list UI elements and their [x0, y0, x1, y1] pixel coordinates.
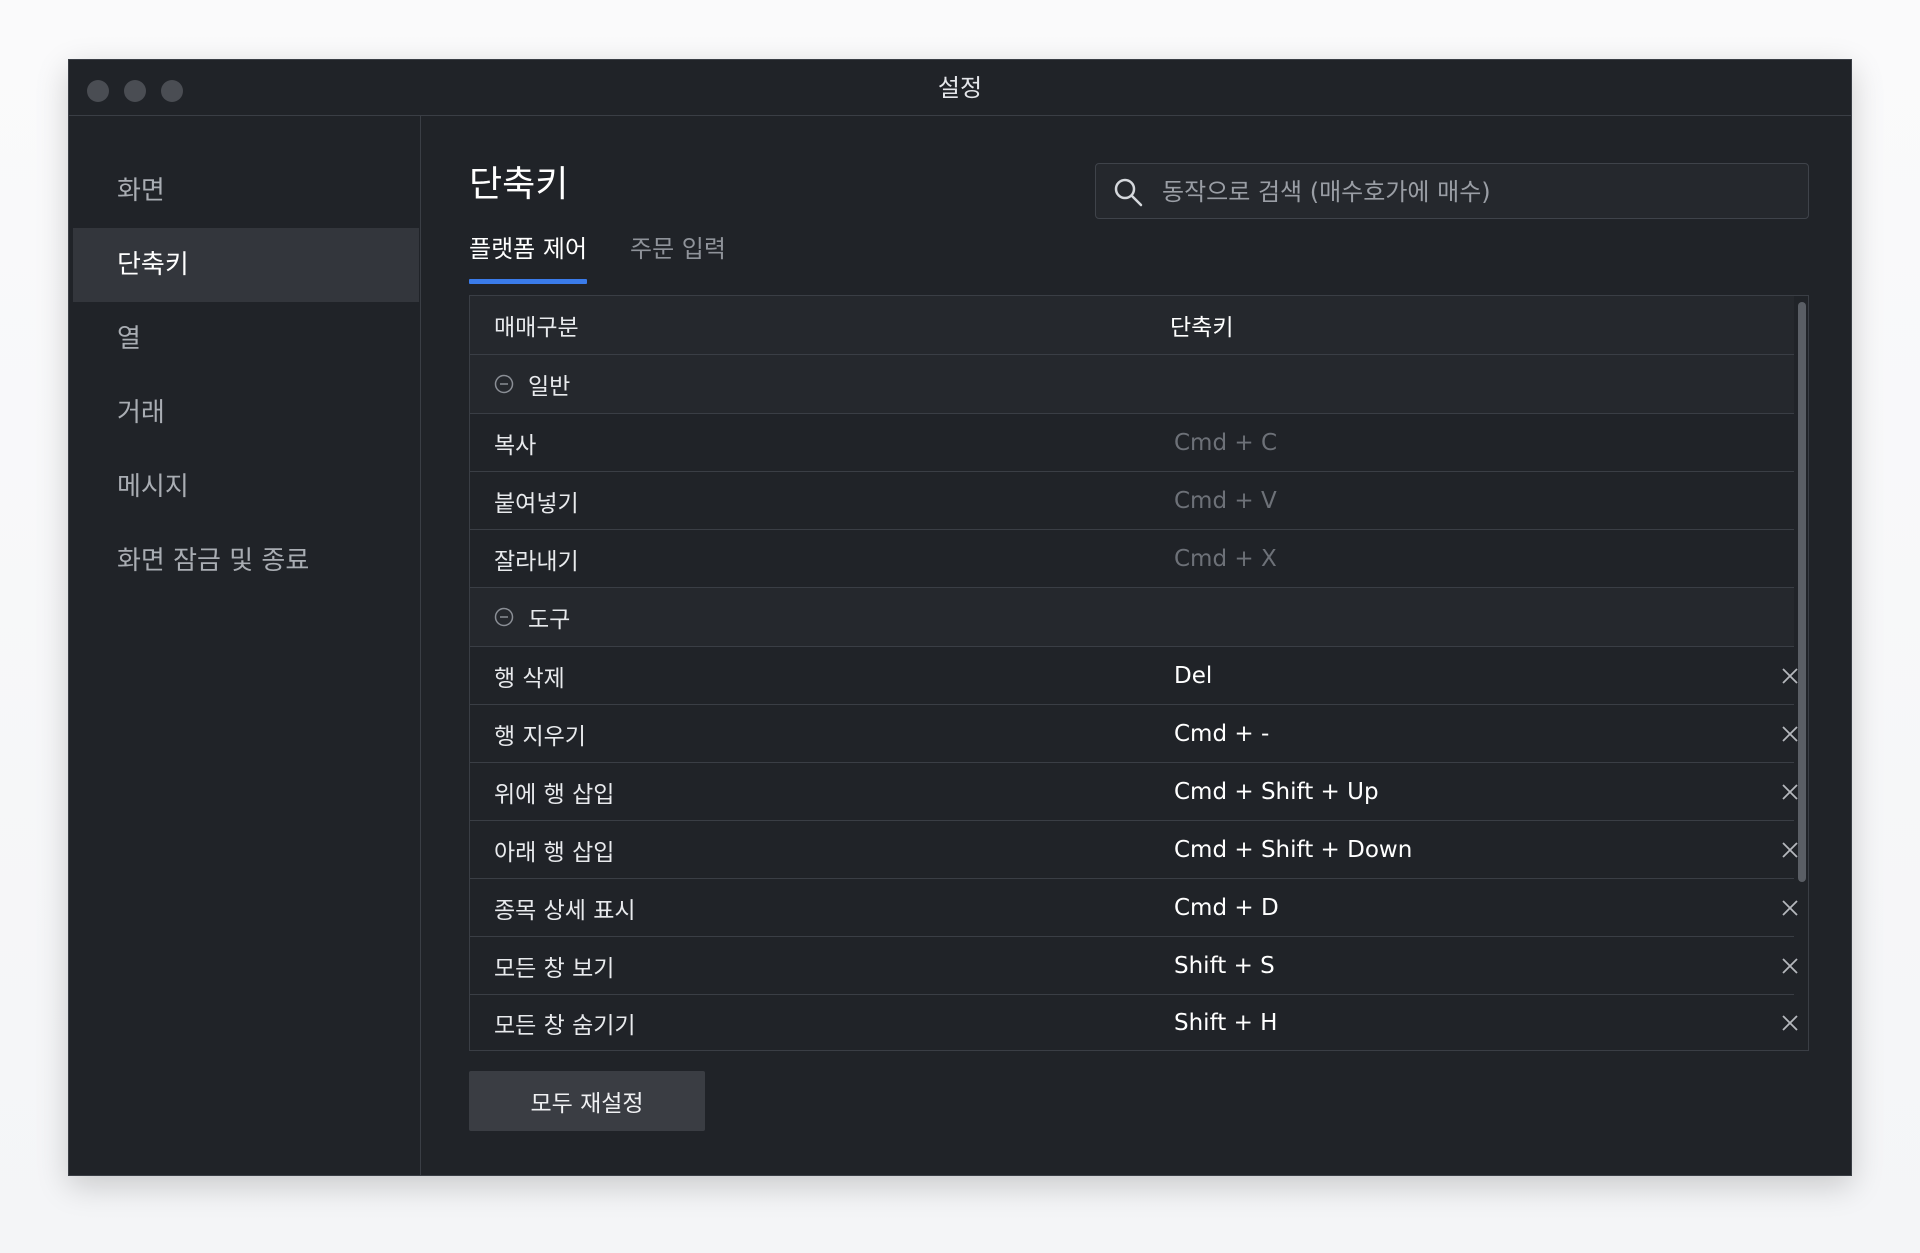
- sidebar: 화면 단축키 열 거래 메시지 화면 잠금 및 종료: [69, 116, 421, 1175]
- title-bar: 설정: [69, 60, 1851, 116]
- tab-label: 플랫폼 제어: [469, 235, 588, 263]
- table-row[interactable]: 모든 창 보기 Shift + S: [470, 937, 1798, 995]
- table-row[interactable]: 잘라내기 Cmd + X: [470, 530, 1794, 588]
- tab-order-entry[interactable]: 주문 입력: [630, 226, 726, 284]
- shortcut-cell: Cmd + X: [1174, 545, 1277, 572]
- action-cell: 모든 창 숨기기: [494, 1013, 636, 1039]
- action-cell: 행 지우기: [494, 723, 586, 750]
- group-label-cell: 도구: [494, 588, 570, 646]
- sidebar-item-lock-and-exit[interactable]: 화면 잠금 및 종료: [73, 524, 419, 598]
- action-cell: 행 삭제: [494, 665, 565, 692]
- table-scrollbar[interactable]: [1794, 296, 1808, 1050]
- action-cell: 위에 행 삽입: [494, 781, 615, 808]
- reset-all-button[interactable]: 모두 재설정: [469, 1071, 705, 1131]
- settings-window: 설정 화면 단축키 열 거래 메시지 화면 잠금 및 종료 단축키 플랫폼 제어…: [68, 59, 1852, 1176]
- shortcut-cell: Cmd + -: [1174, 720, 1270, 747]
- action-cell: 복사: [494, 432, 537, 459]
- action-cell: 붙여넣기: [494, 490, 579, 517]
- table-row[interactable]: 모든 창 숨기기 Shift + H: [470, 995, 1798, 1050]
- table-row[interactable]: 아래 행 삽입 Cmd + Shift + Down: [470, 821, 1798, 879]
- group-row-general[interactable]: 일반: [470, 355, 1794, 414]
- shortcuts-table: 매매구분 단축키 일반 복사 Cmd + C 붙여넣기 Cmd + V 잘라내기…: [469, 295, 1809, 1051]
- sidebar-item-display[interactable]: 화면: [73, 154, 419, 228]
- column-header-action: 매매구분: [494, 315, 579, 341]
- group-name: 도구: [528, 607, 571, 633]
- shortcut-cell: Cmd + V: [1174, 487, 1277, 514]
- table-row[interactable]: 위에 행 삽입 Cmd + Shift + Up: [470, 763, 1798, 821]
- tab-label: 주문 입력: [630, 235, 726, 263]
- column-header-shortcut: 단축키: [1170, 315, 1234, 341]
- shortcut-cell: Cmd + Shift + Down: [1174, 836, 1413, 863]
- search-input[interactable]: [1160, 164, 1794, 220]
- action-cell: 아래 행 삽입: [494, 839, 615, 866]
- table-row[interactable]: 행 지우기 Cmd + -: [470, 705, 1798, 763]
- action-cell: 모든 창 보기: [494, 955, 615, 982]
- sidebar-item-messages[interactable]: 메시지: [73, 450, 419, 524]
- page-title: 단축키: [469, 164, 569, 205]
- table-header-row: 매매구분 단축키: [470, 296, 1794, 355]
- sidebar-item-trading[interactable]: 거래: [73, 376, 419, 450]
- group-label-cell: 일반: [494, 355, 570, 413]
- active-tab-indicator: [469, 279, 588, 284]
- window-title: 설정: [937, 74, 983, 102]
- sidebar-item-columns[interactable]: 열: [73, 302, 419, 376]
- shortcut-cell: Shift + S: [1174, 952, 1275, 979]
- shortcut-cell: Cmd + Shift + Up: [1174, 778, 1379, 805]
- collapse-icon[interactable]: [494, 374, 514, 394]
- shortcut-cell: Del: [1174, 662, 1213, 689]
- table-row[interactable]: 복사 Cmd + C: [470, 414, 1794, 472]
- table-row[interactable]: 행 삭제 Del: [470, 647, 1798, 705]
- collapse-icon[interactable]: [494, 607, 514, 627]
- sidebar-item-shortcuts[interactable]: 단축키: [73, 228, 419, 302]
- tab-platform-control[interactable]: 플랫폼 제어: [469, 226, 588, 284]
- shortcut-cell: Cmd + D: [1174, 894, 1279, 921]
- scrollbar-thumb[interactable]: [1798, 302, 1806, 882]
- search-box: [1095, 163, 1809, 220]
- action-cell: 종목 상세 표시: [494, 897, 636, 924]
- table-row[interactable]: 붙여넣기 Cmd + V: [470, 472, 1794, 530]
- shortcut-cell: Shift + H: [1174, 1010, 1278, 1036]
- group-row-tools[interactable]: 도구: [470, 588, 1794, 647]
- group-name: 일반: [528, 374, 571, 400]
- table-row[interactable]: 종목 상세 표시 Cmd + D: [470, 879, 1798, 937]
- shortcut-cell: Cmd + C: [1174, 429, 1278, 456]
- search-icon: [1114, 178, 1143, 207]
- action-cell: 잘라내기: [494, 548, 579, 575]
